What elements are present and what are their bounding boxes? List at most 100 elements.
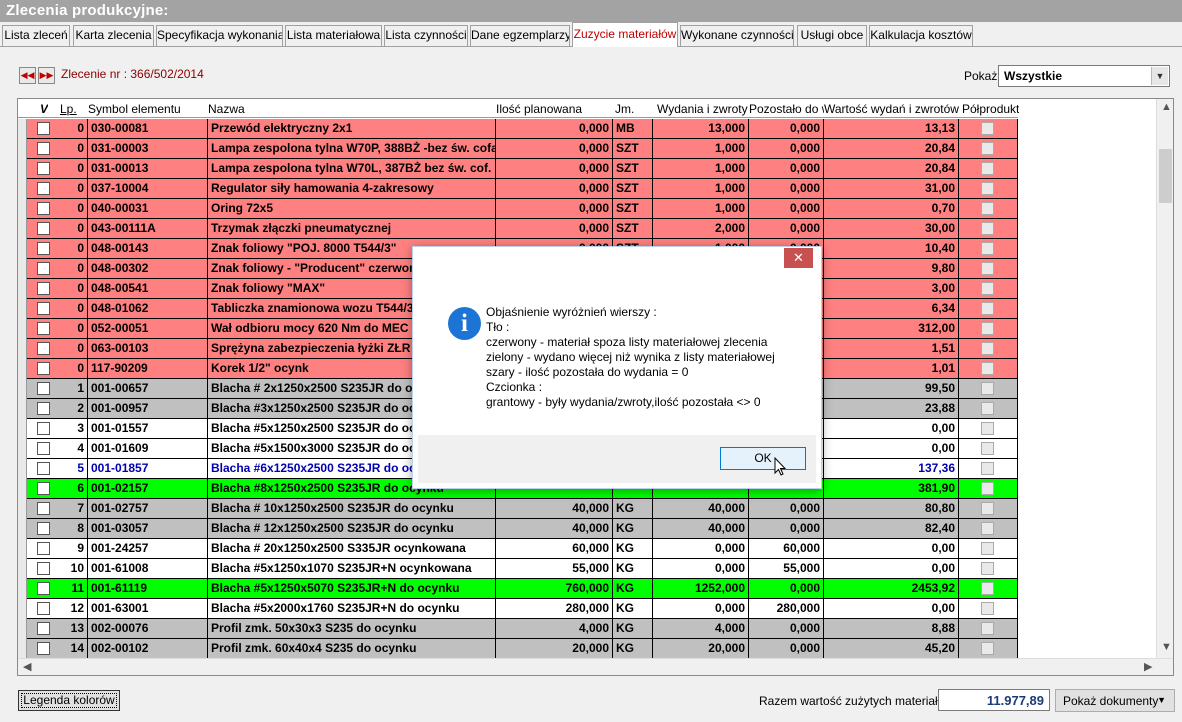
semi-product-checkbox[interactable] — [981, 142, 994, 155]
row-selector[interactable] — [18, 139, 27, 159]
row-selector[interactable] — [18, 319, 27, 339]
semi-product-checkbox[interactable] — [981, 462, 994, 475]
table-row[interactable]: 8 001-03057 Blacha # 12x1250x2500 S235JR d… — [18, 519, 1018, 539]
semi-product-checkbox[interactable] — [981, 402, 994, 415]
row-selector[interactable] — [18, 459, 27, 479]
semi-product-checkbox[interactable] — [981, 502, 994, 515]
row-checkbox[interactable] — [37, 562, 50, 575]
row-checkbox[interactable] — [37, 602, 50, 615]
semi-product-checkbox[interactable] — [981, 582, 994, 595]
row-selector[interactable] — [18, 179, 27, 199]
header-check[interactable]: V — [40, 102, 48, 116]
row-selector[interactable] — [18, 539, 27, 559]
semi-product-checkbox[interactable] — [981, 222, 994, 235]
header-issued[interactable]: Wydania i zwroty — [657, 102, 748, 116]
row-checkbox[interactable] — [37, 262, 50, 275]
table-row[interactable]: 10 001-61008 Blacha #5x1250x1070 S235JR+N … — [18, 559, 1018, 579]
header-lp[interactable]: Lp. — [60, 102, 77, 116]
show-documents-button[interactable]: Pokaż dokumenty ▼ — [1055, 689, 1175, 712]
row-checkbox[interactable] — [37, 502, 50, 515]
scroll-down-icon[interactable]: ▼ — [1161, 641, 1172, 653]
tab-kalkulacja-kosztow[interactable]: Kalkulacja kosztów — [869, 25, 973, 46]
semi-product-checkbox[interactable] — [981, 322, 994, 335]
row-selector[interactable] — [18, 519, 27, 539]
row-checkbox[interactable] — [37, 542, 50, 555]
row-checkbox[interactable] — [37, 622, 50, 635]
row-selector[interactable] — [18, 559, 27, 579]
semi-product-checkbox[interactable] — [981, 622, 994, 635]
tab-zuzycie-materialow[interactable]: Zuzycie materiałów — [572, 22, 678, 47]
semi-product-checkbox[interactable] — [981, 602, 994, 615]
semi-product-checkbox[interactable] — [981, 362, 994, 375]
header-unit[interactable]: Jm. — [615, 102, 634, 116]
scroll-right-icon[interactable]: ▶ — [1144, 660, 1152, 673]
semi-product-checkbox[interactable] — [981, 302, 994, 315]
scroll-left-icon[interactable]: ◀ — [23, 660, 31, 673]
semi-product-checkbox[interactable] — [981, 122, 994, 135]
row-checkbox[interactable] — [37, 442, 50, 455]
row-selector[interactable] — [18, 619, 27, 639]
scroll-up-icon[interactable]: ▲ — [1161, 101, 1172, 113]
row-selector[interactable] — [18, 379, 27, 399]
row-checkbox[interactable] — [37, 182, 50, 195]
row-checkbox[interactable] — [37, 222, 50, 235]
row-checkbox[interactable] — [37, 462, 50, 475]
header-remaining[interactable]: Pozostało do w — [749, 102, 824, 116]
table-row[interactable]: 0 043-00111A Trzymak złączki pneumatycznej… — [18, 219, 1018, 239]
row-selector[interactable] — [18, 199, 27, 219]
table-row[interactable]: 0 030-00081 Przewód elektryczny 2x1 0,000 MB… — [18, 119, 1018, 139]
semi-product-checkbox[interactable] — [981, 262, 994, 275]
semi-product-checkbox[interactable] — [981, 442, 994, 455]
semi-product-checkbox[interactable] — [981, 282, 994, 295]
row-checkbox[interactable] — [37, 342, 50, 355]
semi-product-checkbox[interactable] — [981, 422, 994, 435]
row-selector[interactable] — [18, 239, 27, 259]
row-checkbox[interactable] — [37, 322, 50, 335]
row-checkbox[interactable] — [37, 402, 50, 415]
semi-product-checkbox[interactable] — [981, 382, 994, 395]
semi-product-checkbox[interactable] — [981, 342, 994, 355]
vertical-scrollbar[interactable]: ▲ ▼ — [1156, 99, 1173, 658]
row-checkbox[interactable] — [37, 422, 50, 435]
header-symbol[interactable]: Symbol elementu — [88, 102, 181, 116]
tab-wykonane-czynnosci[interactable]: Wykonane czynności — [680, 25, 794, 46]
row-selector[interactable] — [18, 479, 27, 499]
semi-product-checkbox[interactable] — [981, 162, 994, 175]
tab-lista-materialowa[interactable]: Lista materiałowa — [285, 25, 382, 46]
row-selector[interactable] — [18, 439, 27, 459]
tab-dane-egzemplarzy[interactable]: Dane egzemplarzy — [470, 25, 570, 46]
row-selector[interactable] — [18, 419, 27, 439]
row-selector[interactable] — [18, 599, 27, 619]
row-selector[interactable] — [18, 219, 27, 239]
row-selector[interactable] — [18, 279, 27, 299]
chevron-down-icon[interactable]: ▼ — [1151, 67, 1168, 85]
ok-button[interactable]: OK — [720, 447, 806, 470]
row-selector[interactable] — [18, 259, 27, 279]
row-selector[interactable] — [18, 499, 27, 519]
scroll-thumb[interactable] — [1159, 149, 1172, 203]
table-row[interactable]: 13 002-00076 Profil zmk. 50x30x3 S235 do o… — [18, 619, 1018, 639]
row-checkbox[interactable] — [37, 122, 50, 135]
row-checkbox[interactable] — [37, 242, 50, 255]
row-checkbox[interactable] — [37, 642, 50, 655]
tab-specyfikacja[interactable]: Specyfikacja wykonania — [156, 25, 283, 46]
row-selector[interactable] — [18, 159, 27, 179]
semi-product-checkbox[interactable] — [981, 202, 994, 215]
header-semi-product[interactable]: Półprodukt — [962, 102, 1019, 116]
table-row[interactable]: 0 031-00003 Lampa zespolona tylna W70P, 38… — [18, 139, 1018, 159]
semi-product-checkbox[interactable] — [981, 482, 994, 495]
row-checkbox[interactable] — [37, 362, 50, 375]
table-row[interactable]: 0 040-00031 Oring 72x5 0,000 SZT 1,000 0,000 0,… — [18, 199, 1018, 219]
row-selector[interactable] — [18, 399, 27, 419]
row-checkbox[interactable] — [37, 302, 50, 315]
filter-select[interactable]: Wszystkie ▼ — [998, 65, 1170, 87]
header-planned[interactable]: Ilość planowana — [496, 102, 582, 116]
row-selector[interactable] — [18, 639, 27, 659]
table-row[interactable]: 0 031-00013 Lampa zespolona tylna W70L, 38… — [18, 159, 1018, 179]
table-row[interactable]: 7 001-02757 Blacha # 10x1250x2500 S235JR d… — [18, 499, 1018, 519]
row-checkbox[interactable] — [37, 522, 50, 535]
row-checkbox[interactable] — [37, 202, 50, 215]
first-record-icon[interactable]: ◀◀ — [19, 67, 36, 84]
table-row[interactable]: 12 001-63001 Blacha #5x2000x1760 S235JR+N … — [18, 599, 1018, 619]
tab-uslugi-obce[interactable]: Usługi obce — [797, 25, 867, 46]
